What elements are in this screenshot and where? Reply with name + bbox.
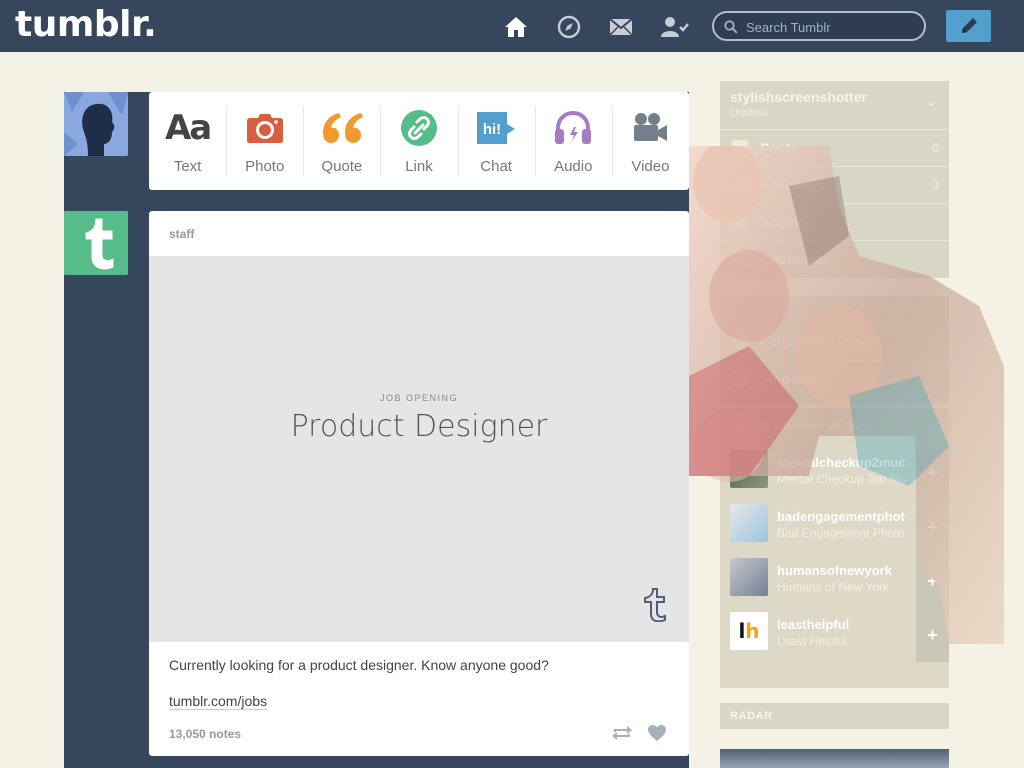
headphones-icon: [553, 108, 593, 148]
explore-icon[interactable]: [556, 14, 582, 40]
sidebar-item-label: Customize: [760, 251, 831, 267]
post-type-label: Photo: [245, 158, 285, 175]
tumblr-logo[interactable]: tumblr.: [15, 4, 157, 45]
pencil-icon: [961, 18, 977, 33]
activity-icon: [732, 214, 748, 230]
quote-icon: [321, 108, 363, 148]
posts-icon: [732, 140, 748, 156]
post-caption: Currently looking for a product designer…: [169, 657, 549, 673]
link-icon: [400, 108, 438, 148]
recommended-blogs-header: RECOMMENDED BLOGS: [730, 420, 871, 432]
sidebar-item-label: Posts: [760, 140, 799, 156]
post-notes-count[interactable]: 13,050 notes: [169, 727, 241, 741]
recommended-blog[interactable]: badengagementphotos Bad Engagement Photo…: [720, 500, 949, 554]
follow-plus-button[interactable]: +: [916, 500, 949, 554]
blog-subtitle: Untitled: [730, 107, 768, 119]
post-type-bar: Aa Text Photo Quote Link hi! Chat Audio: [149, 92, 689, 190]
blog-avatar: [730, 504, 768, 542]
radar-header-bar: RADAR: [720, 703, 949, 729]
post-type-link[interactable]: Link: [380, 92, 457, 190]
recommended-blog-description: Humans of New York: [777, 580, 890, 594]
recommended-blog[interactable]: lh leasthelpful Least Helpful +: [720, 608, 949, 662]
post-type-label: Audio: [554, 158, 593, 175]
dashboard-post: staff JOB OPENING Product Designer Curre…: [149, 211, 689, 756]
compose-post-button[interactable]: [946, 10, 991, 42]
blog-avatar: lh: [730, 612, 768, 650]
sidebar-item-customize[interactable]: Customize: [720, 240, 949, 277]
inbox-icon[interactable]: [608, 14, 634, 40]
post-type-audio[interactable]: Audio: [534, 92, 612, 190]
follow-plus-button[interactable]: +: [916, 446, 949, 500]
sidebar-item-followers[interactable]: Followers 3: [720, 166, 949, 203]
camera-icon: [246, 108, 284, 148]
follow-plus-button[interactable]: +: [916, 554, 949, 608]
recommended-blog-description: Least Helpful: [777, 634, 848, 648]
recommended-blogs: RECOMMENDED BLOGS mentalcheckup2much Men…: [720, 408, 949, 688]
sidebar-item-find-blogs[interactable]: Find blogs: [720, 360, 949, 397]
search-input[interactable]: [746, 18, 916, 36]
recommended-blog-description: Bad Engagement Photos: [777, 526, 905, 540]
post-author[interactable]: staff: [169, 227, 194, 241]
heart-icon[interactable]: [647, 724, 667, 747]
sidebar-item-activity[interactable]: Activity: [720, 203, 949, 240]
post-type-video[interactable]: Video: [611, 92, 689, 190]
tumblr-t-icon: [64, 211, 128, 275]
recommended-blog-description: Mental Checkup Too Much: [777, 472, 905, 486]
post-type-chat[interactable]: hi! Chat: [457, 92, 535, 190]
post-type-photo[interactable]: Photo: [226, 92, 303, 190]
text-icon: Aa: [164, 108, 212, 148]
blog-name[interactable]: stylishscreenshotter: [730, 89, 867, 105]
follow-plus-button[interactable]: +: [916, 608, 949, 662]
post-type-label: Quote: [321, 158, 363, 175]
blog-avatar: [730, 558, 768, 596]
followers-icon: [732, 177, 748, 193]
eye-icon: [732, 251, 748, 267]
home-icon[interactable]: [503, 14, 529, 40]
recommended-blog-name: mentalcheckup2much: [777, 455, 905, 470]
svg-text:hi!: hi!: [483, 121, 501, 138]
recommended-blog[interactable]: humansofnewyork Humans of New York +: [720, 554, 949, 608]
radar-label: RADAR: [730, 710, 773, 722]
radar-image[interactable]: [720, 749, 949, 768]
top-navigation-bar: tumblr.: [0, 0, 1024, 52]
recommended-blog-name: badengagementphotos: [777, 509, 905, 524]
sidebar-item-count: 0: [932, 141, 939, 155]
default-silhouette-avatar: [64, 92, 128, 156]
post-type-text[interactable]: Aa Text: [149, 92, 226, 190]
user-avatar[interactable]: [64, 92, 128, 156]
sidebar-item-posts[interactable]: Posts 0: [720, 129, 949, 166]
chevron-down-icon[interactable]: ⌄: [925, 93, 937, 110]
post-photo[interactable]: JOB OPENING Product Designer: [149, 256, 689, 642]
sidebar-item-label: Following 1 blogs: [760, 333, 879, 349]
reblog-icon[interactable]: [611, 724, 633, 747]
post-type-label: Link: [405, 158, 433, 175]
blog-menu: stylishscreenshotter Untitled ⌄ Posts 0 …: [720, 81, 949, 278]
account-icon[interactable]: [661, 14, 689, 40]
sidebar-item-label: Followers: [760, 177, 826, 193]
post-type-label: Text: [173, 158, 202, 175]
staff-avatar[interactable]: [64, 211, 128, 275]
post-type-label: Video: [631, 158, 670, 175]
post-link[interactable]: tumblr.com/jobs: [169, 693, 268, 710]
sidebar-item-label: Activity: [760, 214, 811, 230]
blog-avatar: [730, 450, 768, 488]
following-icon: [732, 333, 748, 349]
tumblr-t-icon: [644, 588, 666, 622]
following-menu: Following 1 blogs Find blogs: [720, 296, 949, 404]
post-type-label: Chat: [480, 158, 512, 175]
sidebar-item-count: 3: [932, 178, 939, 192]
search-icon: [724, 20, 738, 34]
search-icon: [732, 371, 748, 387]
job-title: Product Designer: [290, 409, 548, 444]
video-camera-icon: [631, 108, 669, 148]
job-eyebrow-text: JOB OPENING: [379, 393, 458, 403]
recommended-blog-name: leasthelpful: [777, 617, 850, 632]
search-box[interactable]: [712, 11, 926, 41]
post-type-quote[interactable]: Quote: [303, 92, 380, 190]
sidebar-item-following[interactable]: Following 1 blogs: [720, 323, 949, 360]
chat-icon: hi!: [475, 108, 517, 148]
recommended-blog-name: humansofnewyork: [777, 563, 892, 578]
sidebar-item-label: Find blogs: [760, 371, 831, 387]
recommended-blog[interactable]: mentalcheckup2much Mental Checkup Too Mu…: [720, 446, 949, 500]
